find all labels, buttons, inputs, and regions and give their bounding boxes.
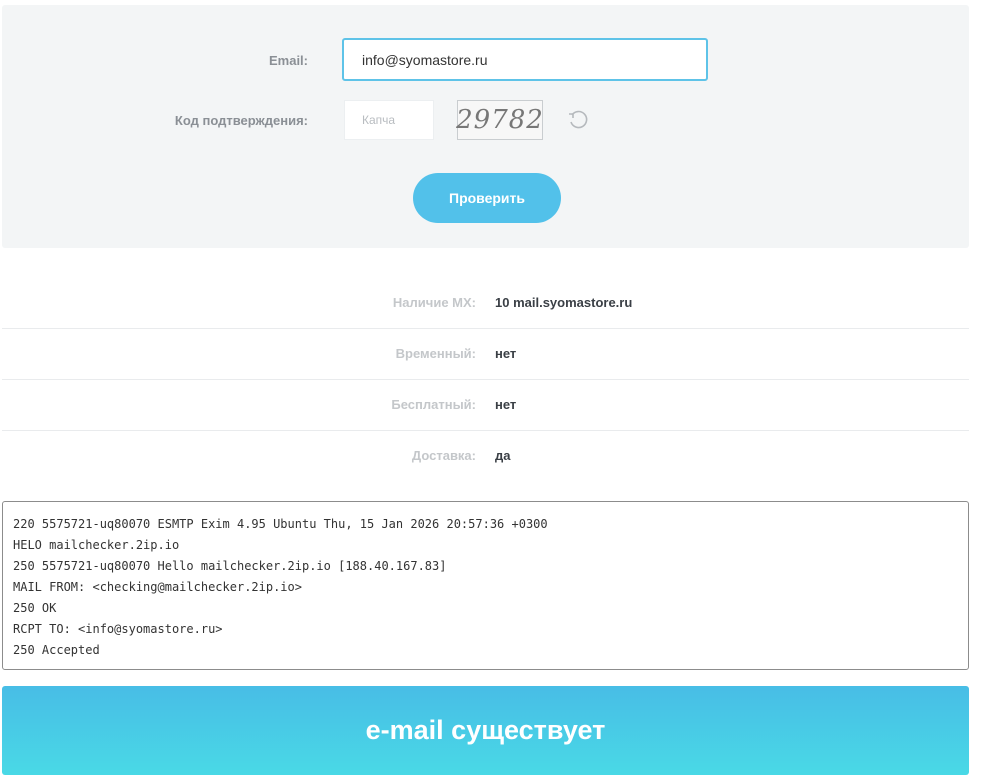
result-key: Временный: bbox=[395, 346, 476, 361]
captcha-image: 29782 bbox=[456, 100, 543, 140]
result-row-delivery: Доставка: да bbox=[2, 431, 969, 481]
results-table: Наличие MX: 10 mail.syomastore.ru Времен… bbox=[2, 278, 969, 481]
result-row-mx: Наличие MX: 10 mail.syomastore.ru bbox=[2, 278, 969, 329]
log-line: MAIL FROM: <checking@mailchecker.2ip.io> bbox=[13, 580, 302, 594]
log-line: 250 OK bbox=[13, 601, 57, 615]
result-key: Доставка: bbox=[411, 448, 476, 463]
result-key: Наличие MX: bbox=[392, 295, 476, 310]
result-row-temporary: Временный: нет bbox=[2, 329, 969, 380]
log-line: 250 Accepted bbox=[13, 643, 100, 657]
result-value: да bbox=[495, 448, 511, 463]
email-label: Email: bbox=[268, 53, 308, 68]
check-button[interactable]: Проверить bbox=[413, 173, 561, 223]
result-row-free: Бесплатный: нет bbox=[2, 380, 969, 431]
result-value: 10 mail.syomastore.ru bbox=[495, 295, 633, 310]
log-line: 250 5575721-uq80070 Hello mailchecker.2i… bbox=[13, 559, 447, 573]
refresh-icon[interactable] bbox=[567, 109, 589, 131]
smtp-log[interactable]: 220 5575721-uq80070 ESMTP Exim 4.95 Ubun… bbox=[2, 501, 969, 670]
log-line: RCPT TO: <info@syomastore.ru> bbox=[13, 622, 223, 636]
log-line: HELO mailchecker.2ip.io bbox=[13, 538, 180, 552]
result-banner: e-mail существует bbox=[2, 686, 969, 775]
log-line: 220 5575721-uq80070 ESMTP Exim 4.95 Ubun… bbox=[13, 517, 548, 531]
result-value: нет bbox=[495, 397, 517, 412]
email-input[interactable] bbox=[342, 38, 708, 81]
check-form-panel: Email: Код подтверждения: 29782 Проверит… bbox=[2, 5, 969, 248]
code-label: Код подтверждения: bbox=[174, 113, 308, 128]
captcha-input[interactable] bbox=[344, 100, 434, 140]
result-value: нет bbox=[495, 346, 517, 361]
result-key: Бесплатный: bbox=[391, 397, 476, 412]
